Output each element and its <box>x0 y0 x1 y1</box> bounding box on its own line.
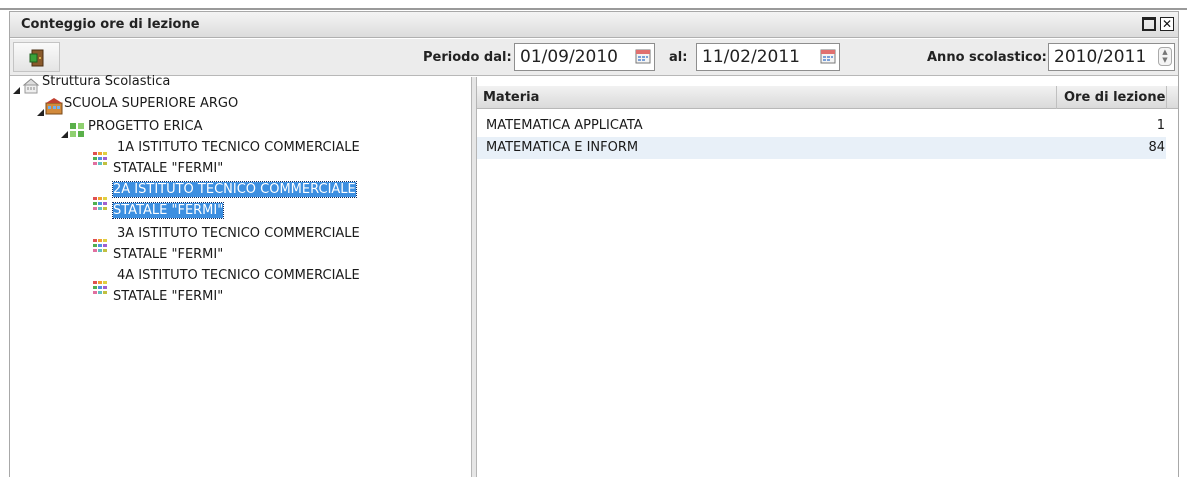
spinner-icon[interactable]: ▲ ▼ <box>1158 47 1172 66</box>
exit-button[interactable] <box>13 42 60 72</box>
column-header-materia[interactable]: Materia <box>483 90 539 105</box>
results-table: Materia Ore di lezione MATEMATICA APPLIC… <box>477 77 1178 477</box>
class-item-label[interactable]: 3A ISTITUTO TECNICO COMMERCIALE <box>117 226 360 241</box>
conteggio-window: Conteggio ore di lezione ✕ Periodo dal: … <box>9 11 1179 477</box>
class-item-label: STATALE "FERMI" <box>111 202 225 219</box>
column-divider[interactable] <box>1166 86 1167 109</box>
project-icon <box>70 123 84 137</box>
column-header-ore[interactable]: Ore di lezione <box>1064 90 1165 105</box>
cell-ore: 84 <box>1148 140 1165 155</box>
date-from-field[interactable] <box>514 43 655 71</box>
cell-materia: MATEMATICA APPLICATA <box>486 118 643 133</box>
maximize-icon[interactable] <box>1142 17 1156 31</box>
tree-school-label[interactable]: SCUOLA SUPERIORE ARGO <box>64 96 238 111</box>
class-item-label[interactable]: 1A ISTITUTO TECNICO COMMERCIALE <box>117 140 360 155</box>
toolbar: Periodo dal: al: Anno scolastico: ▲▼ <box>10 39 1178 76</box>
title-bar: Conteggio ore di lezione ✕ <box>10 12 1178 38</box>
tree-panel: Struttura Scolastica SCUOLA SUPERIORE AR… <box>10 74 471 477</box>
class-item-label[interactable]: STATALE "FERMI" <box>113 247 223 262</box>
class-grid-icon <box>93 197 107 210</box>
close-icon[interactable]: ✕ <box>1160 17 1174 31</box>
tree-project-label[interactable]: PROGETTO ERICA <box>88 119 202 134</box>
column-divider[interactable] <box>1056 86 1057 109</box>
cell-materia: MATEMATICA E INFORM <box>486 140 639 155</box>
expander-icon[interactable] <box>61 131 68 138</box>
class-item-label: 2A ISTITUTO TECNICO COMMERCIALE <box>112 181 357 198</box>
calendar-icon[interactable] <box>635 49 651 64</box>
class-grid-icon <box>93 239 107 252</box>
anno-scolastico-label: Anno scolastico: <box>927 50 1047 65</box>
anno-scolastico-field[interactable] <box>1048 43 1175 71</box>
school-icon <box>45 98 63 115</box>
building-icon <box>22 78 40 94</box>
class-grid-icon <box>93 281 107 294</box>
al-label: al: <box>669 50 688 65</box>
expander-icon[interactable] <box>37 109 44 116</box>
cell-ore: 1 <box>1156 118 1165 133</box>
class-item-label[interactable]: STATALE "FERMI" <box>113 289 223 304</box>
class-item-selected[interactable]: 2A ISTITUTO TECNICO COMMERCIALE <box>112 181 357 198</box>
class-item-label[interactable]: 4A ISTITUTO TECNICO COMMERCIALE <box>117 268 360 283</box>
class-item-selected[interactable]: STATALE "FERMI" <box>111 202 225 219</box>
tree-root-label[interactable]: Struttura Scolastica <box>42 74 170 89</box>
table-row[interactable]: MATEMATICA E INFORM 84 <box>477 137 1166 159</box>
class-item-label[interactable]: STATALE "FERMI" <box>113 161 223 176</box>
exit-door-icon <box>29 49 44 67</box>
window-title: Conteggio ore di lezione <box>21 17 200 32</box>
table-header: Materia Ore di lezione <box>477 86 1178 109</box>
periodo-label: Periodo dal: <box>423 50 512 65</box>
date-to-field[interactable] <box>696 43 840 71</box>
calendar-icon[interactable] <box>820 49 836 64</box>
top-strip <box>0 0 1187 10</box>
expander-icon[interactable] <box>13 87 20 94</box>
table-row[interactable]: MATEMATICA APPLICATA 1 <box>477 115 1166 137</box>
class-grid-icon <box>93 152 107 165</box>
